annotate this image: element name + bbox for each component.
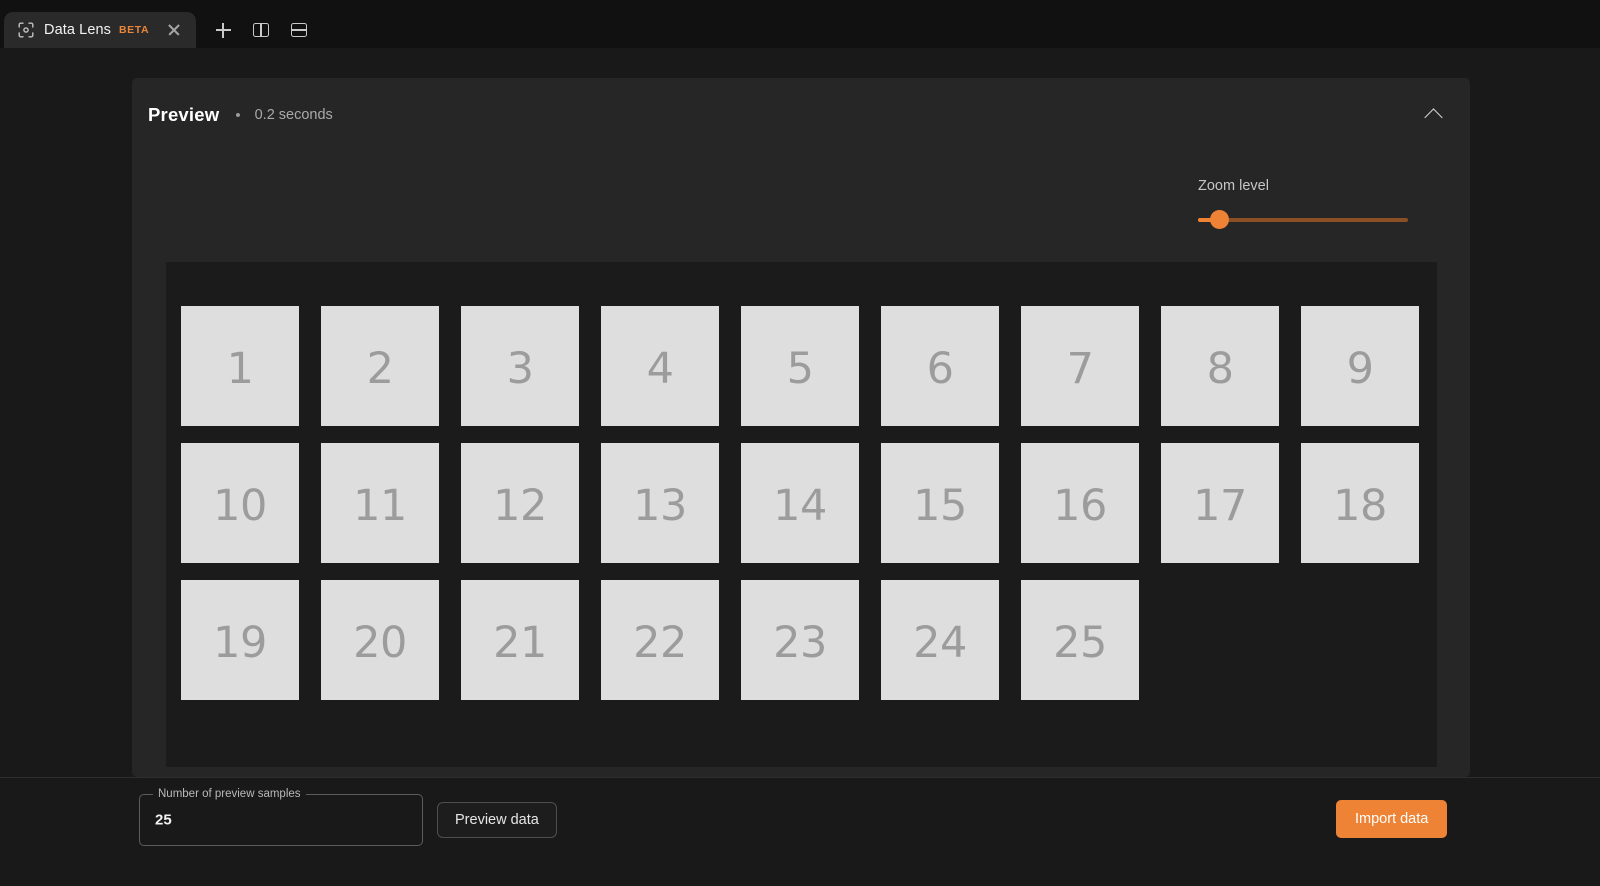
preview-tile-label: 25 <box>1053 617 1107 668</box>
split-horizontal-icon <box>291 23 308 37</box>
preview-tile-label: 8 <box>1206 343 1234 394</box>
split-horizontal-button[interactable] <box>284 16 314 44</box>
preview-tile[interactable]: 9 <box>1301 306 1419 426</box>
preview-tile-label: 17 <box>1193 480 1247 531</box>
slider-track[interactable] <box>1198 218 1408 222</box>
page-title: Preview <box>148 104 220 125</box>
preview-tile-label: 20 <box>353 617 407 668</box>
zoom-level-control: Zoom level <box>1198 178 1410 229</box>
footer-bar: Number of preview samples 25 Preview dat… <box>0 777 1600 886</box>
preview-tile-label: 21 <box>493 617 547 668</box>
preview-tile-label: 10 <box>213 480 267 531</box>
preview-tile-label: 14 <box>773 480 827 531</box>
preview-tile[interactable]: 25 <box>1021 580 1139 700</box>
new-tab-button[interactable] <box>208 16 238 44</box>
tab-title: Data Lens <box>44 22 111 38</box>
preview-data-button[interactable]: Preview data <box>437 802 557 838</box>
preview-tile[interactable]: 7 <box>1021 306 1139 426</box>
chevron-up-icon <box>1423 107 1443 127</box>
tab-strip-actions <box>196 12 314 48</box>
preview-tile[interactable]: 22 <box>601 580 719 700</box>
preview-tile-label: 16 <box>1053 480 1107 531</box>
tab-beta-badge: BETA <box>119 24 150 36</box>
preview-tile-label: 13 <box>633 480 687 531</box>
preview-tile[interactable]: 11 <box>321 443 439 563</box>
split-vertical-icon <box>253 23 270 37</box>
preview-tile[interactable]: 5 <box>741 306 859 426</box>
preview-tile-label: 4 <box>646 343 674 394</box>
preview-tile[interactable]: 10 <box>181 443 299 563</box>
preview-tile-label: 18 <box>1333 480 1387 531</box>
preview-tile-label: 19 <box>213 617 267 668</box>
split-vertical-button[interactable] <box>246 16 276 44</box>
preview-tile-label: 22 <box>633 617 687 668</box>
scan-target-icon <box>18 22 34 38</box>
preview-duration: 0.2 seconds <box>254 107 333 123</box>
header-separator: • <box>235 106 241 124</box>
plus-icon <box>215 22 231 38</box>
preview-tile-label: 23 <box>773 617 827 668</box>
preview-tile-label: 1 <box>226 343 254 394</box>
preview-tile[interactable]: 3 <box>461 306 579 426</box>
preview-tile[interactable]: 14 <box>741 443 859 563</box>
preview-tile-label: 24 <box>913 617 967 668</box>
preview-tile[interactable]: 2 <box>321 306 439 426</box>
preview-surface: 1 2 3 4 5 6 7 8 9 10 11 12 13 14 15 16 17 18 19 20 21 22 23 24 2… <box>166 262 1437 767</box>
close-icon[interactable] <box>165 21 183 39</box>
preview-tile-label: 12 <box>493 480 547 531</box>
collapse-card-button[interactable] <box>1418 100 1448 130</box>
preview-tile[interactable]: 4 <box>601 306 719 426</box>
preview-tile-grid: 1 2 3 4 5 6 7 8 9 10 11 12 13 14 15 16 17 18 19 20 21 22 23 24 2… <box>181 306 1424 700</box>
preview-tile[interactable]: 6 <box>881 306 999 426</box>
preview-tile[interactable]: 20 <box>321 580 439 700</box>
preview-tile[interactable]: 12 <box>461 443 579 563</box>
preview-tile[interactable]: 15 <box>881 443 999 563</box>
preview-tile-label: 5 <box>786 343 814 394</box>
zoom-level-label: Zoom level <box>1198 178 1269 194</box>
import-data-button[interactable]: Import data <box>1336 800 1448 838</box>
preview-tile-label: 2 <box>366 343 394 394</box>
preview-samples-field[interactable]: Number of preview samples 25 <box>139 788 423 846</box>
preview-tile-label: 9 <box>1346 343 1374 394</box>
preview-card: Preview • 0.2 seconds Zoom level 1234567… <box>132 78 1470 777</box>
tab-strip: Data Lens BETA <box>0 0 1600 48</box>
preview-card-header: Preview • 0.2 seconds <box>132 78 1470 152</box>
preview-tile-label: 6 <box>926 343 954 394</box>
preview-tile[interactable]: 17 <box>1161 443 1279 563</box>
preview-tile[interactable]: 21 <box>461 580 579 700</box>
preview-tile[interactable]: 16 <box>1021 443 1139 563</box>
preview-tile-label: 7 <box>1066 343 1094 394</box>
preview-tile[interactable]: 23 <box>741 580 859 700</box>
preview-tile[interactable]: 24 <box>881 580 999 700</box>
zoom-level-slider[interactable] <box>1198 210 1410 229</box>
preview-samples-value[interactable]: 25 <box>155 812 172 829</box>
preview-tile[interactable]: 19 <box>181 580 299 700</box>
slider-thumb[interactable] <box>1209 210 1229 229</box>
preview-tile-label: 3 <box>506 343 534 394</box>
preview-tile[interactable]: 8 <box>1161 306 1279 426</box>
preview-tile[interactable]: 1 <box>181 306 299 426</box>
tab-data-lens[interactable]: Data Lens BETA <box>4 12 197 48</box>
preview-tile-label: 11 <box>353 480 407 531</box>
preview-tile[interactable]: 13 <box>601 443 719 563</box>
preview-tile[interactable]: 18 <box>1301 443 1419 563</box>
preview-tile-label: 15 <box>913 480 967 531</box>
preview-samples-label: Number of preview samples <box>153 788 306 800</box>
